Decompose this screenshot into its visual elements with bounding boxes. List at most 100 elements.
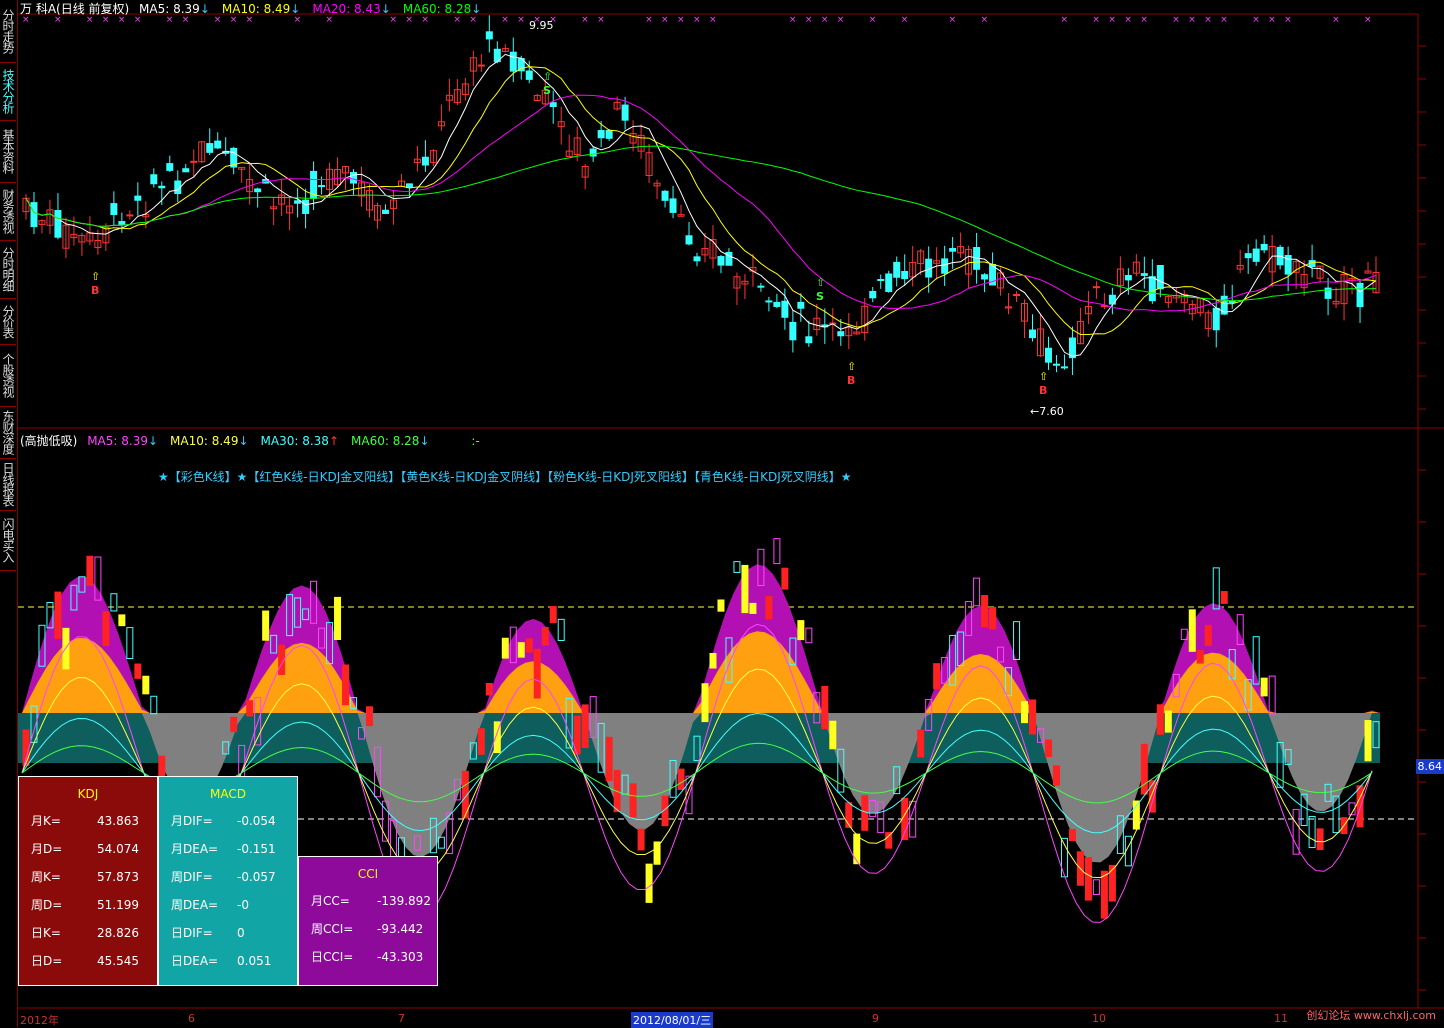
row-key: 日CCI= xyxy=(299,943,369,971)
ma-arrow-icon: ↓ xyxy=(471,2,481,16)
colored-k-bar xyxy=(1101,871,1107,918)
row-value: 43.863 xyxy=(89,807,157,835)
signal-marker: × xyxy=(581,15,589,25)
sidebar-tab-0[interactable]: 分时走势 xyxy=(0,0,16,63)
colored-k-bar xyxy=(1141,744,1147,794)
sidebar-tab-8[interactable]: 日线报表 xyxy=(0,458,16,511)
colored-k-bar xyxy=(1189,610,1195,651)
sidebar-tab-5[interactable]: 分价表 xyxy=(0,298,16,345)
x-tick-label: 10 xyxy=(1092,1012,1106,1025)
signal-arrow-icon: ⇧ xyxy=(543,70,552,83)
candle-body xyxy=(782,301,788,317)
colored-k-bar xyxy=(534,649,540,698)
colored-k-bar xyxy=(526,639,532,652)
colored-k-bar xyxy=(542,628,548,645)
signal-marker: × xyxy=(949,15,957,25)
candle-body xyxy=(838,332,844,336)
colored-k-bar xyxy=(1205,625,1211,645)
candle-body xyxy=(1014,295,1020,296)
colored-k-bar xyxy=(1197,651,1203,664)
colored-k-bar xyxy=(87,556,93,585)
colored-k-bar xyxy=(862,796,868,831)
colored-k-bar xyxy=(654,842,660,864)
macd-row: 月DIF=-0.054 xyxy=(159,807,297,835)
colored-k-bar xyxy=(1261,678,1267,696)
candle-body xyxy=(303,200,309,213)
signal-marker: × xyxy=(789,15,797,25)
signal-label: B xyxy=(91,284,99,297)
kdj-row: 月D=54.074 xyxy=(19,835,157,863)
x-tick-label: 7 xyxy=(398,1012,405,1025)
candle-body xyxy=(870,291,876,297)
sidebar-tab-9[interactable]: 闪电买入 xyxy=(0,510,16,571)
ma-arrow-icon: ↓ xyxy=(238,434,248,448)
candle-body xyxy=(486,32,492,39)
colored-k-bar xyxy=(366,707,372,726)
candle-body xyxy=(183,169,189,172)
candle-body xyxy=(774,302,780,306)
candle-body xyxy=(686,236,692,244)
sidebar-tab-1[interactable]: 技术分析 xyxy=(0,62,16,121)
ma-item-0: MA5: 8.39↓ xyxy=(139,2,216,16)
colored-k-bar xyxy=(127,628,133,659)
candle-body xyxy=(111,204,117,215)
kdj-row: 日D=45.545 xyxy=(19,947,157,975)
ma-arrow-icon: ↑ xyxy=(329,434,339,448)
colored-k-bar xyxy=(1309,816,1315,847)
sidebar-tab-3[interactable]: 财务透视 xyxy=(0,182,16,241)
colored-k-bar xyxy=(582,705,588,748)
sidebar-tab-2[interactable]: 基本资料 xyxy=(0,120,16,183)
sidebar-tab-4[interactable]: 分时明细 xyxy=(0,240,16,299)
candle-body xyxy=(670,199,676,213)
signal-marker: × xyxy=(645,15,653,25)
sidebar-tab-7[interactable]: 东财深度 xyxy=(0,406,16,459)
colored-k-bar xyxy=(1149,781,1155,812)
colored-k-bar xyxy=(518,643,524,657)
candle-body xyxy=(1261,244,1267,249)
candle-body xyxy=(1125,276,1131,280)
colored-k-bar xyxy=(263,611,269,640)
candle-body xyxy=(894,262,900,277)
ma-item-1: MA10: 8.49↓ xyxy=(222,2,306,16)
colored-k-bar xyxy=(1357,786,1363,827)
kdj-row: 周D=51.199 xyxy=(19,891,157,919)
signal-marker: × xyxy=(805,15,813,25)
colored-k-bar xyxy=(343,665,349,705)
colored-k-bar xyxy=(646,864,652,902)
colored-k-bar xyxy=(742,565,748,612)
colored-k-bar xyxy=(1109,865,1115,901)
cci-row: 月CC=-139.892 xyxy=(299,887,437,915)
cci-row: 周CCI=-93.442 xyxy=(299,915,437,943)
colored-k-bar xyxy=(1085,858,1091,900)
colored-k-bar xyxy=(606,737,612,780)
colored-k-bar xyxy=(1269,676,1275,714)
sidebar: 分时走势技术分析基本资料财务透视分时明细分价表个股透视东财深度日线报表闪电买入 xyxy=(0,0,18,1027)
colored-k-bar xyxy=(822,686,828,728)
candle-body xyxy=(319,186,325,187)
indicator-extra: :- xyxy=(471,434,479,448)
ma-value: MA5: 8.39 xyxy=(87,434,148,448)
candle-body xyxy=(606,130,612,138)
indicator-title: (高抛低吸) xyxy=(20,434,77,448)
signal-marker: × xyxy=(1140,15,1148,25)
signal-arrow-icon: ⇧ xyxy=(816,276,825,289)
candle-body xyxy=(550,103,556,107)
candle-body xyxy=(1213,308,1219,329)
sidebar-tab-6[interactable]: 个股透视 xyxy=(0,344,16,407)
row-key: 日DIF= xyxy=(159,919,229,947)
row-value: -0.057 xyxy=(229,863,297,891)
row-value: -0.054 xyxy=(229,807,297,835)
signal-marker: × xyxy=(1364,15,1372,25)
row-key: 周D= xyxy=(19,891,89,919)
signal-arrow-icon: ⇧ xyxy=(91,270,100,283)
candle-body xyxy=(1061,367,1067,368)
row-key: 月DIF= xyxy=(159,807,229,835)
cci-panel: CCI月CC=-139.892周CCI=-93.442日CCI=-43.303 xyxy=(298,856,438,986)
candle-body xyxy=(135,196,141,200)
colored-k-bar xyxy=(103,612,109,646)
ma-value: MA5: 8.39 xyxy=(139,2,200,16)
price-cursor-label: 8.64 xyxy=(1416,759,1444,774)
signal-marker: × xyxy=(821,15,829,25)
colored-k-bar xyxy=(1165,711,1171,732)
colored-k-bar xyxy=(766,597,772,619)
